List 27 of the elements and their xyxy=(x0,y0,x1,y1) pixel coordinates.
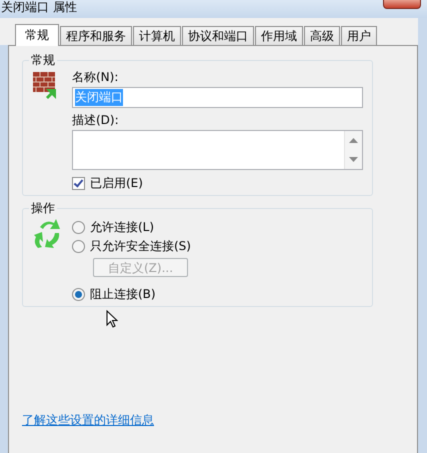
tab[interactable]: 计算机 xyxy=(133,26,181,45)
radio-button[interactable] xyxy=(72,220,85,234)
tab[interactable]: 作用域 xyxy=(255,26,303,45)
checkbox[interactable] xyxy=(72,176,85,190)
tab[interactable]: 用户 xyxy=(341,26,377,45)
field-label: 描述(D): xyxy=(72,112,120,129)
scroll-up-icon[interactable] xyxy=(349,138,358,143)
group-legend: 操作 xyxy=(29,200,57,217)
scroll-down-icon[interactable] xyxy=(349,157,358,162)
description-field[interactable] xyxy=(72,130,363,170)
checkbox-label: 已启用(E) xyxy=(90,174,143,192)
scrollbar[interactable] xyxy=(344,131,362,169)
radio-label: 阻止连接(B) xyxy=(90,286,156,302)
window-title: 关闭端口 属性 xyxy=(0,0,77,15)
recycle-arrows-icon xyxy=(32,217,62,249)
field-label: 名称(N): xyxy=(72,69,120,86)
tab[interactable]: 常规 xyxy=(15,24,59,46)
mouse-pointer-icon xyxy=(106,310,118,328)
tab[interactable]: 协议和端口 xyxy=(182,26,254,45)
radio-button[interactable] xyxy=(72,240,85,252)
help-link[interactable]: 了解这些设置的详细信息 xyxy=(22,412,154,429)
close-button[interactable] xyxy=(383,0,421,9)
tab[interactable]: 高级 xyxy=(304,26,340,45)
radio-label: 允许连接(L) xyxy=(90,218,154,236)
radio-button[interactable] xyxy=(72,288,85,300)
tab[interactable]: 程序和服务 xyxy=(60,26,132,45)
radio-label: 只允许安全连接(S) xyxy=(90,238,191,254)
